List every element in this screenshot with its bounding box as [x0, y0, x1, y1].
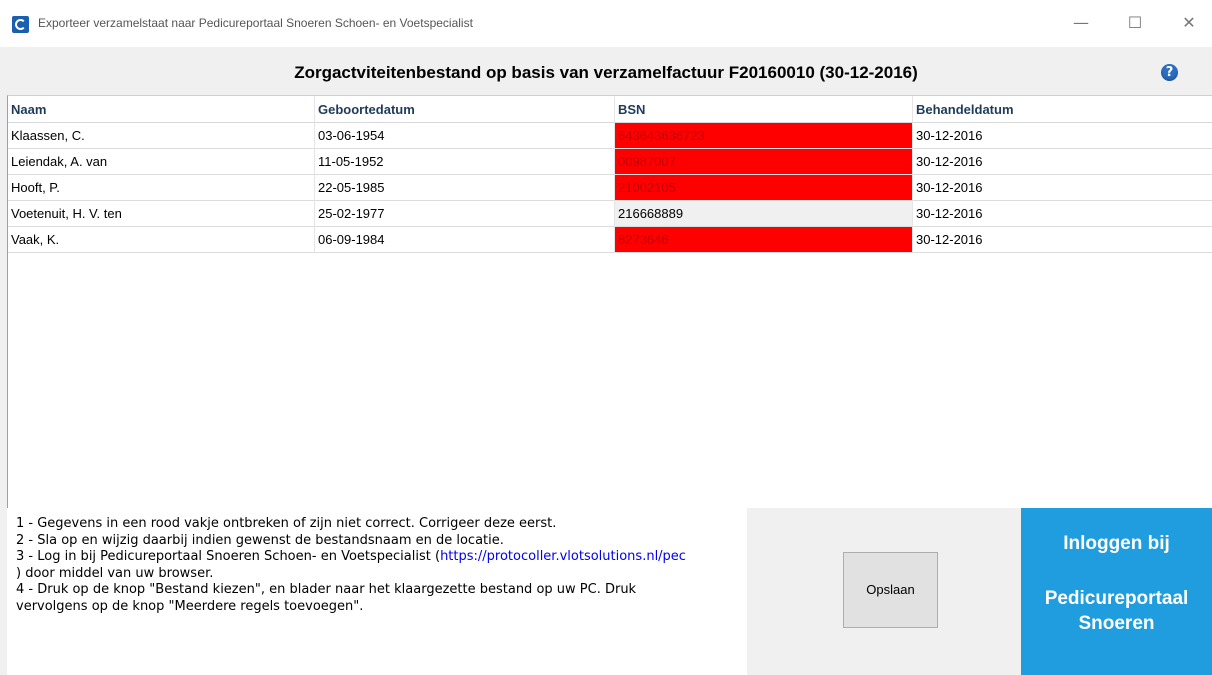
table-cell-naam[interactable]: Voetenuit, H. V. ten: [8, 201, 315, 227]
help-icon[interactable]: ?: [1161, 64, 1178, 81]
table-cell-bsn[interactable]: 00987007: [615, 149, 913, 175]
instruction-line-4: ) door middel van uw browser.: [16, 565, 214, 581]
minimize-icon[interactable]: —: [1058, 8, 1104, 38]
save-button[interactable]: Opslaan: [843, 552, 938, 628]
table-cell-bsn[interactable]: 8273646: [615, 227, 913, 253]
maximize-icon[interactable]: ☐: [1112, 8, 1158, 38]
instruction-line-2: 2 - Sla op en wijzig daarbij indien gewe…: [16, 532, 504, 548]
portal-link[interactable]: https://protocoller.vlotsolutions.nl/pec: [440, 549, 686, 564]
table-cell-behandeldatum[interactable]: 30-12-2016: [913, 149, 1212, 175]
table-cell-behandeldatum[interactable]: 30-12-2016: [913, 123, 1212, 149]
window-title: Exporteer verzamelstaat naar Pedicurepor…: [38, 16, 473, 30]
heading-bar: Zorgactviteitenbestand op basis van verz…: [0, 47, 1212, 94]
portal-button-line-3: Snoeren: [1078, 613, 1155, 634]
instruction-line-3-text: 3 - Log in bij Pedicureportaal Snoeren S…: [16, 549, 441, 564]
instructions-text: 1 - Gegevens in een rood vakje ontbreken…: [16, 516, 756, 615]
instruction-line-1: 1 - Gegevens in een rood vakje ontbreken…: [16, 516, 557, 531]
table-cell-geboortedatum[interactable]: 06-09-1984: [315, 227, 615, 253]
table-cell-naam[interactable]: Klaassen, C.: [8, 123, 315, 149]
table-cell-naam[interactable]: Vaak, K.: [8, 227, 315, 253]
login-portal-button[interactable]: Inloggen bij Pedicureportaal Snoeren: [1021, 508, 1212, 675]
column-header-bsn[interactable]: BSN: [615, 96, 913, 123]
table-cell-naam[interactable]: Hooft, P.: [8, 175, 315, 201]
table-cell-behandeldatum[interactable]: 30-12-2016: [913, 201, 1212, 227]
table-cell-geboortedatum[interactable]: 11-05-1952: [315, 149, 615, 175]
table-cell-bsn[interactable]: 216668889: [615, 201, 913, 227]
portal-button-line-2: Pedicureportaal: [1044, 588, 1189, 609]
portal-button-line-1: Inloggen bij: [1063, 533, 1170, 554]
table-cell-geboortedatum[interactable]: 03-06-1954: [315, 123, 615, 149]
column-header-geboortedatum[interactable]: Geboortedatum: [315, 96, 615, 123]
column-header-naam[interactable]: Naam: [8, 96, 315, 123]
page-title: Zorgactviteitenbestand op basis van verz…: [294, 63, 918, 82]
table-cell-geboortedatum[interactable]: 25-02-1977: [315, 201, 615, 227]
table-cell-bsn[interactable]: 21002105: [615, 175, 913, 201]
app-icon: [12, 16, 29, 33]
close-icon[interactable]: ✕: [1166, 8, 1212, 38]
table-cell-naam[interactable]: Leiendak, A. van: [8, 149, 315, 175]
table-cell-bsn[interactable]: 643643636723: [615, 123, 913, 149]
table-cell-behandeldatum[interactable]: 30-12-2016: [913, 227, 1212, 253]
instruction-line-6: vervolgens op de knop "Meerdere regels t…: [16, 598, 364, 614]
title-bar: Exporteer verzamelstaat naar Pedicurepor…: [0, 0, 1212, 47]
table-cell-behandeldatum[interactable]: 30-12-2016: [913, 175, 1212, 201]
column-header-behandeldatum[interactable]: Behandeldatum: [913, 96, 1212, 123]
data-grid[interactable]: Naam Geboortedatum BSN Behandeldatum Kla…: [7, 95, 1212, 508]
instruction-line-3: 3 - Log in bij Pedicureportaal Snoeren S…: [16, 549, 754, 566]
instruction-line-5: 4 - Druk op de knop "Bestand kiezen", en…: [16, 582, 637, 597]
table-cell-geboortedatum[interactable]: 22-05-1985: [315, 175, 615, 201]
